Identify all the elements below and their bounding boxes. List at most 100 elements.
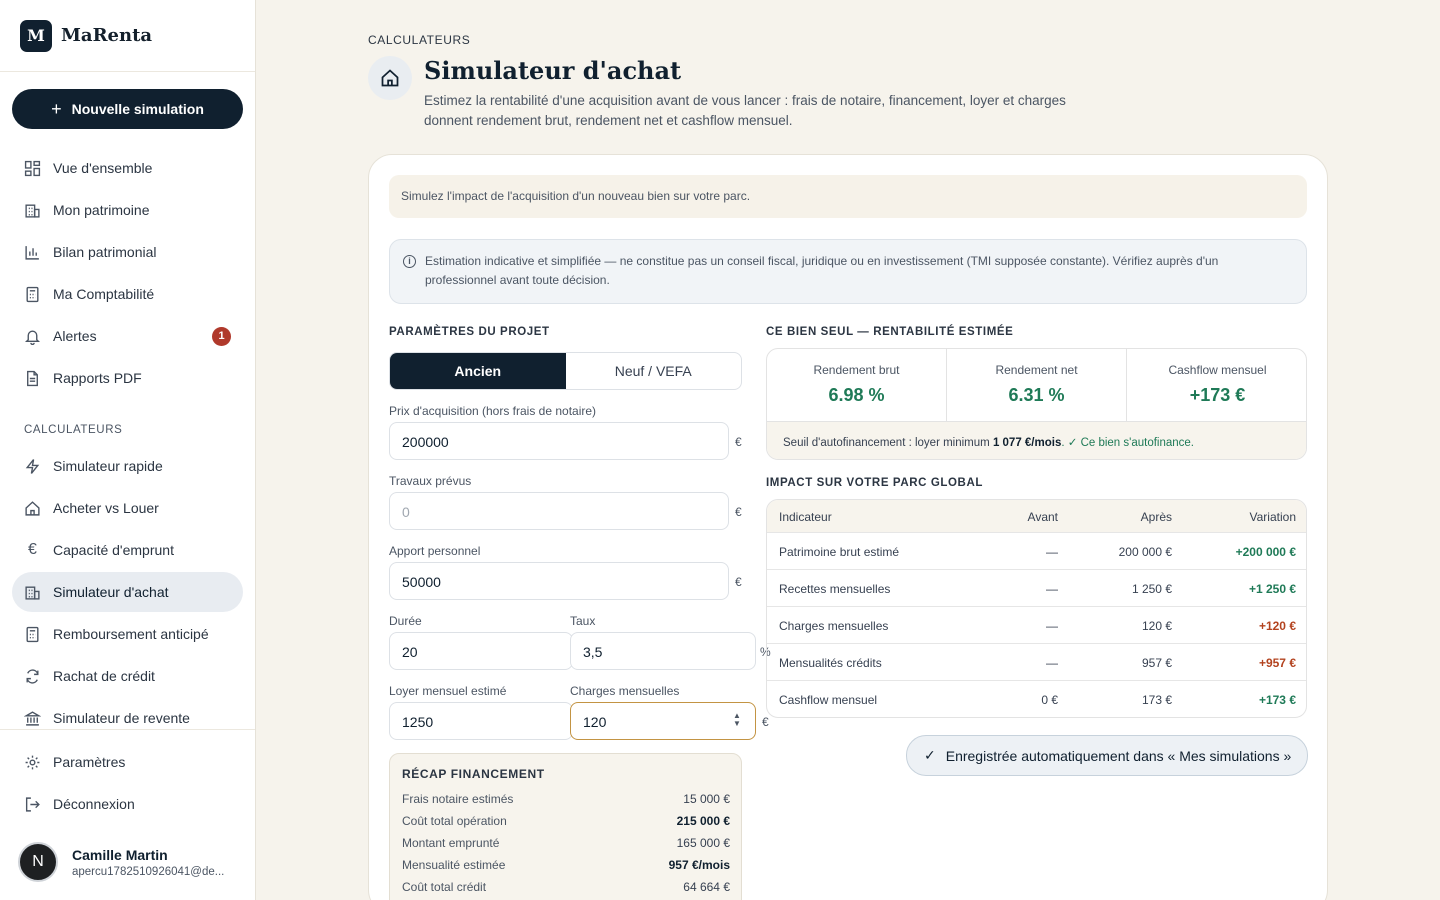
building-icon xyxy=(24,584,41,601)
recap-row: Mensualité estimée 957 €/mois xyxy=(402,858,730,872)
charges-input[interactable]: 120 ▲ ▼ xyxy=(570,702,756,740)
impact-table: Indicateur Avant Après Variation Patrimo… xyxy=(766,499,1307,718)
euro-icon: € xyxy=(28,541,37,558)
user-email: apercu1782510926041@de... xyxy=(72,865,225,878)
sidebar-item-label: Ma Comptabilité xyxy=(53,286,155,302)
page-title: Simulateur d'achat xyxy=(424,56,682,85)
prix-input[interactable]: 200000 xyxy=(389,422,729,460)
sidebar-item-rapports[interactable]: Rapports PDF xyxy=(12,358,243,398)
travaux-label: Travaux prévus xyxy=(389,474,472,488)
new-simulation-label: Nouvelle simulation xyxy=(71,101,204,117)
loyer-input[interactable]: 1250 xyxy=(389,702,573,740)
charges-unit: € xyxy=(762,715,769,729)
table-row: Charges mensuelles —120 € +120 € xyxy=(767,607,1306,644)
user-profile[interactable]: N Camille Martin apercu1782510926041@de.… xyxy=(18,842,224,882)
duree-input[interactable]: 20 xyxy=(389,632,573,670)
gear-icon xyxy=(24,754,41,771)
file-icon xyxy=(24,370,41,387)
calculators-section-label: CALCULATEURS xyxy=(24,424,123,436)
table-row: Mensualités crédits —957 € +957 € xyxy=(767,644,1306,681)
travaux-input[interactable]: 0 xyxy=(389,492,729,530)
saved-simulation-button[interactable]: ✓ Enregistrée automatiquement dans « Mes… xyxy=(906,735,1308,776)
sidebar-item-capacite-emprunt[interactable]: € Capacité d'emprunt xyxy=(12,530,243,570)
prix-label: Prix d'acquisition (hors frais de notair… xyxy=(389,404,597,418)
sidebar-item-label: Simulateur d'achat xyxy=(53,584,169,600)
new-simulation-button[interactable]: + Nouvelle simulation xyxy=(12,89,243,129)
main-nav: Vue d'ensemble Mon patrimoine Bilan patr… xyxy=(12,148,243,400)
table-header: Indicateur Avant Après Variation xyxy=(767,500,1306,533)
kpi-rendement-net: Rendement net 6.31 % xyxy=(947,349,1127,421)
toggle-neuf[interactable]: Neuf / VEFA xyxy=(566,353,742,389)
apport-input[interactable]: 50000 xyxy=(389,562,729,600)
sidebar-item-remboursement[interactable]: Remboursement anticipé xyxy=(12,614,243,654)
params-title: PARAMÈTRES DU PROJET xyxy=(389,326,550,338)
plus-icon: + xyxy=(51,98,62,119)
user-name: Camille Martin xyxy=(72,846,168,863)
table-row: Recettes mensuelles —1 250 € +1 250 € xyxy=(767,570,1306,607)
alert-count-badge: 1 xyxy=(212,326,231,346)
info-icon: i xyxy=(403,255,416,268)
toggle-ancien[interactable]: Ancien xyxy=(390,353,566,389)
brand[interactable]: M MaRenta xyxy=(0,0,255,72)
bar-chart-icon xyxy=(24,244,41,261)
recap-row: Coût total opération 215 000 € xyxy=(402,814,730,828)
sidebar-item-parametres[interactable]: Paramètres xyxy=(12,742,243,782)
sidebar-item-simulateur-rapide[interactable]: Simulateur rapide xyxy=(12,446,243,486)
calculators-nav: Simulateur rapide Acheter vs Louer € Cap… xyxy=(12,446,243,740)
sidebar-item-simulateur-achat[interactable]: Simulateur d'achat xyxy=(12,572,243,612)
sidebar-item-label: Alertes xyxy=(53,328,97,344)
charges-value: 120 xyxy=(583,714,607,730)
grid-icon xyxy=(24,160,41,177)
duree-label: Durée xyxy=(389,614,422,628)
recap-row: Frais notaire estimés 15 000 € xyxy=(402,792,730,806)
calculator-icon xyxy=(24,626,41,643)
sidebar-item-alertes[interactable]: Alertes 1 xyxy=(12,316,243,356)
sidebar-item-patrimoine[interactable]: Mon patrimoine xyxy=(12,190,243,230)
sidebar-item-deconnexion[interactable]: Déconnexion xyxy=(12,784,243,824)
check-icon: ✓ xyxy=(924,747,936,763)
sidebar-item-simulateur-revente[interactable]: Simulateur de revente xyxy=(12,698,243,738)
sidebar-item-label: Simulateur de revente xyxy=(53,710,190,726)
avatar: N xyxy=(18,842,58,882)
sidebar-item-acheter-vs-louer[interactable]: Acheter vs Louer xyxy=(12,488,243,528)
sidebar-item-comptabilite[interactable]: Ma Comptabilité xyxy=(12,274,243,314)
recap-title: RÉCAP FINANCEMENT xyxy=(402,767,545,781)
sidebar-item-rachat-credit[interactable]: Rachat de crédit xyxy=(12,656,243,696)
taux-label: Taux xyxy=(570,614,596,628)
sidebar-item-label: Déconnexion xyxy=(53,796,135,812)
sidebar-item-label: Capacité d'emprunt xyxy=(53,542,174,558)
stepper-arrows-icon[interactable]: ▲ ▼ xyxy=(733,712,741,730)
taux-input[interactable]: 3,5 xyxy=(570,632,756,670)
sidebar-item-label: Remboursement anticipé xyxy=(53,626,209,642)
sidebar-item-label: Simulateur rapide xyxy=(53,458,163,474)
property-type-toggle: Ancien Neuf / VEFA xyxy=(389,352,742,390)
building-icon xyxy=(24,202,41,219)
apport-label: Apport personnel xyxy=(389,544,481,558)
breadcrumb: CALCULATEURS xyxy=(368,33,471,47)
autofinancement-note: Seuil d'autofinancement : loyer minimum … xyxy=(767,421,1306,459)
financing-recap: RÉCAP FINANCEMENT Frais notaire estimés 1… xyxy=(389,753,742,900)
home-icon xyxy=(368,56,412,100)
bank-icon xyxy=(24,710,41,727)
kpi-cashflow: Cashflow mensuel +173 € xyxy=(1168,363,1267,405)
disclaimer-box: i Estimation indicative et simplifiée — … xyxy=(389,239,1307,304)
sidebar-footer: Paramètres Déconnexion xyxy=(0,729,255,812)
table-row: Cashflow mensuel 0 €173 € +173 € xyxy=(779,693,1296,707)
home-icon xyxy=(24,500,41,517)
sidebar: M MaRenta + Nouvelle simulation Vue d'en… xyxy=(0,0,256,900)
sidebar-item-bilan[interactable]: Bilan patrimonial xyxy=(12,232,243,272)
travaux-unit: € xyxy=(735,505,742,519)
sidebar-item-label: Paramètres xyxy=(53,754,126,770)
impact-title: IMPACT SUR VOTRE PARC GLOBAL xyxy=(766,477,983,489)
simulator-card: Simulez l'impact de l'acquisition d'un n… xyxy=(368,154,1328,900)
loyer-label: Loyer mensuel estimé xyxy=(389,684,507,698)
page-subtitle: Estimez la rentabilité d'une acquisition… xyxy=(424,93,1066,128)
sidebar-item-label: Bilan patrimonial xyxy=(53,244,157,260)
sidebar-item-label: Rapports PDF xyxy=(53,370,142,386)
sidebar-item-label: Rachat de crédit xyxy=(53,668,155,684)
recap-row: Montant emprunté 165 000 € xyxy=(402,836,730,850)
sidebar-item-label: Acheter vs Louer xyxy=(53,500,159,516)
refresh-icon xyxy=(24,668,41,685)
sidebar-item-overview[interactable]: Vue d'ensemble xyxy=(12,148,243,188)
simulation-notice: Simulez l'impact de l'acquisition d'un n… xyxy=(389,175,1307,218)
